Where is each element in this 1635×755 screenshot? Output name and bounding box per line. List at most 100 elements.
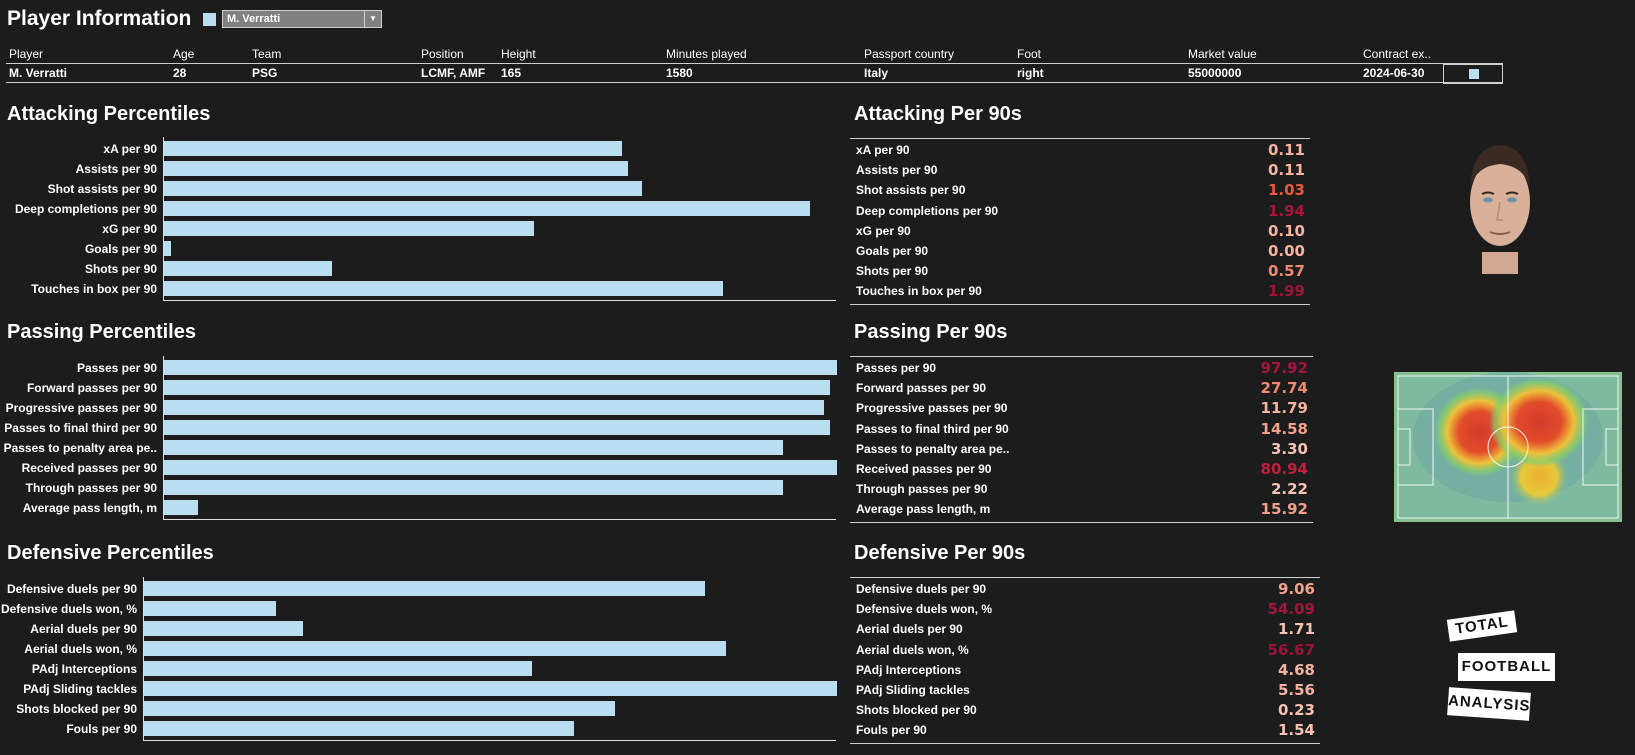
metric-label: Defensive duels per 90 — [856, 582, 987, 596]
bar-row: Forward passes per 90 — [0, 378, 842, 398]
metric-value: 2.22 — [1270, 480, 1308, 499]
percentile-bar[interactable] — [144, 601, 276, 616]
bar-label: Progressive passes per 90 — [5, 401, 157, 415]
table-row: Defensive duels won, % 54.09 — [850, 599, 1315, 619]
bar-label: Deep completions per 90 — [14, 202, 157, 216]
table-row: PAdj Interceptions 4.68 — [850, 660, 1315, 680]
player-select[interactable]: M. Verratti ▼ — [222, 10, 382, 28]
percentile-bar[interactable] — [164, 400, 824, 415]
info-cell: Italy — [864, 66, 889, 80]
bar-label: xA per 90 — [103, 142, 157, 156]
percentile-bar[interactable] — [144, 621, 304, 636]
table-row: xG per 90 0.10 — [850, 221, 1305, 241]
metric-value: 1.54 — [1277, 721, 1315, 740]
bar-label: Defensive duels per 90 — [6, 582, 137, 596]
bar-row: Passes per 90 — [0, 358, 842, 378]
info-table-row: M. Verratti 28 PSG LCMF, AMF 165 1580 Italy rig… — [6, 64, 1503, 83]
table-row: Aerial duels per 90 1.71 — [850, 619, 1315, 639]
defensive-percentiles-chart: Defensive duels per 90 Defensive duels wo… — [0, 577, 842, 741]
logo-football: FOOTBALL — [1458, 653, 1555, 681]
percentile-bar[interactable] — [164, 221, 535, 236]
metric-label: Forward passes per 90 — [856, 381, 987, 396]
bar-label: Received passes per 90 — [21, 461, 157, 475]
player-info-table: Player Age Team Position Height Minutes playe… — [6, 45, 1503, 83]
info-cell: 55000000 — [1188, 66, 1242, 80]
percentile-bar[interactable] — [144, 721, 574, 736]
bar-label: Aerial duels won, % — [24, 642, 137, 656]
percentile-bar[interactable] — [164, 141, 622, 156]
bar-label: Touches in box per 90 — [31, 282, 157, 296]
metric-value: 0.57 — [1267, 262, 1305, 281]
table-row: Aerial duels won, % 56.67 — [850, 640, 1315, 660]
metric-label: Assists per 90 — [856, 163, 938, 178]
metric-label: PAdj Sliding tackles — [856, 683, 970, 697]
passing-percentiles-chart: Passes per 90 Forward passes per 90 Progre… — [0, 356, 842, 520]
metric-value: 4.68 — [1277, 660, 1315, 679]
table-row: Progressive passes per 90 11.79 — [850, 398, 1308, 418]
table-bottom-rule — [850, 742, 1320, 744]
metric-value: 97.92 — [1260, 359, 1308, 377]
table-row: Deep completions per 90 1.94 — [850, 201, 1305, 221]
percentile-bar[interactable] — [164, 161, 629, 176]
metric-label: Defensive duels won, % — [856, 602, 993, 617]
bar-row: Defensive duels per 90 — [0, 579, 842, 599]
bar-label: Assists per 90 — [75, 162, 157, 176]
attacking-percentiles-chart: xA per 90 Assists per 90 Shot assists per … — [0, 137, 842, 301]
metric-value: 1.71 — [1277, 620, 1315, 639]
bar-row: Assists per 90 — [0, 159, 842, 179]
metric-label: Shot assists per 90 — [856, 183, 966, 198]
bar-label: Passes to penalty area pe.. — [3, 441, 157, 455]
bar-row: Shots blocked per 90 — [0, 699, 842, 719]
percentile-bar[interactable] — [164, 500, 198, 515]
percentile-bar[interactable] — [164, 201, 811, 216]
percentile-bar[interactable] — [144, 661, 533, 676]
percentile-bar[interactable] — [164, 281, 723, 296]
table-row: Fouls per 90 1.54 — [850, 720, 1315, 740]
percentile-bar[interactable] — [164, 261, 333, 276]
table-row: xA per 90 0.11 — [850, 140, 1305, 160]
percentile-bar[interactable] — [164, 181, 642, 196]
bar-row: Shot assists per 90 — [0, 179, 842, 199]
percentile-bar[interactable] — [164, 420, 831, 435]
percentile-bar[interactable] — [144, 701, 616, 716]
percentile-bar[interactable] — [164, 360, 837, 375]
metric-label: Passes to final third per 90 — [856, 421, 1009, 436]
table-row: Received passes per 90 80.94 — [850, 459, 1308, 479]
bar-label: Through passes per 90 — [25, 481, 157, 495]
percentile-bar[interactable] — [164, 460, 837, 475]
passing-per90-title: Passing Per 90s — [854, 321, 1008, 343]
bar-row: Aerial duels won, % — [0, 639, 842, 659]
percentile-bar[interactable] — [144, 641, 727, 656]
percentile-bar[interactable] — [164, 480, 784, 495]
chevron-down-icon[interactable]: ▼ — [364, 11, 381, 27]
percentile-bar[interactable] — [144, 581, 706, 596]
metric-value: 9.06 — [1277, 580, 1315, 598]
bar-label: Goals per 90 — [84, 242, 157, 256]
metric-value: 56.67 — [1267, 640, 1315, 659]
bar-row: Through passes per 90 — [0, 478, 842, 498]
metric-label: Aerial duels per 90 — [856, 622, 963, 637]
metric-value: 3.30 — [1270, 439, 1308, 458]
percentile-bar[interactable] — [164, 440, 784, 455]
metric-value: 11.79 — [1260, 399, 1308, 418]
attacking-per90-table: xA per 90 0.11 Assists per 90 0.11 Shot assi… — [850, 138, 1310, 305]
bar-row: Touches in box per 90 — [0, 279, 842, 299]
table-row: Goals per 90 0.00 — [850, 241, 1305, 261]
bar-row: Fouls per 90 — [0, 719, 842, 739]
metric-value: 0.11 — [1267, 141, 1305, 159]
percentile-bar[interactable] — [164, 380, 831, 395]
metric-value: 14.58 — [1260, 419, 1308, 438]
bar-row: PAdj Interceptions — [0, 659, 842, 679]
bar-row: Deep completions per 90 — [0, 199, 842, 219]
page-title: Player Information — [7, 7, 192, 30]
metric-value: 27.74 — [1260, 379, 1308, 398]
metric-label: xG per 90 — [856, 223, 911, 238]
defensive-per90-title: Defensive Per 90s — [854, 542, 1026, 564]
info-column-header: Player — [9, 47, 44, 61]
percentile-bar[interactable] — [164, 241, 171, 256]
table-bottom-rule — [850, 521, 1313, 523]
x-axis-line — [143, 740, 836, 741]
metric-label: xA per 90 — [856, 143, 910, 157]
table-row: Passes per 90 97.92 — [850, 358, 1308, 378]
percentile-bar[interactable] — [144, 681, 837, 696]
